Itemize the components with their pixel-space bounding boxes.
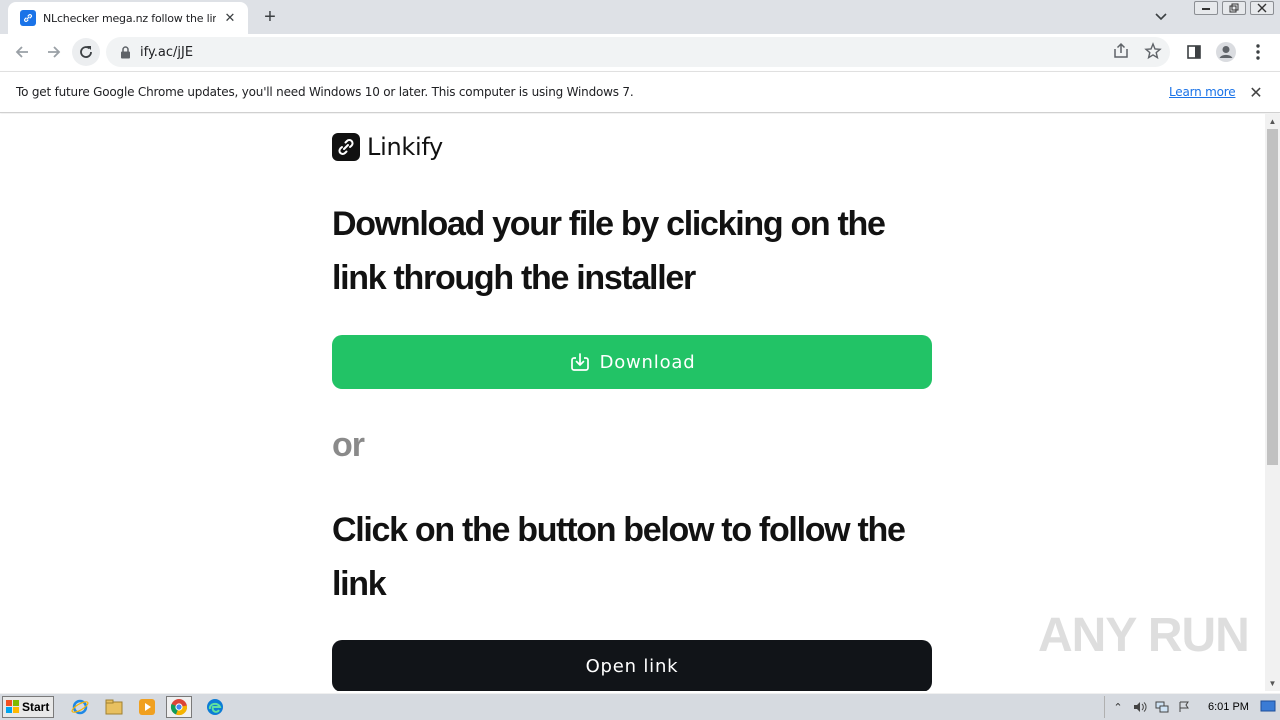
media-player-icon[interactable] [134, 696, 160, 718]
restore-button[interactable] [1222, 1, 1246, 15]
url-text: ify.ac/jJE [140, 44, 194, 60]
open-link-button-label: Open link [585, 655, 679, 677]
download-button[interactable]: Download [332, 335, 932, 389]
watermark-text: ANY RUN [1038, 609, 1250, 662]
edge-icon[interactable] [202, 696, 228, 718]
lock-icon[interactable] [118, 45, 132, 59]
brand-logo[interactable]: Linkify [332, 133, 443, 161]
download-heading: Download your file by clicking on the li… [332, 205, 886, 297]
tab-search-chevron-icon[interactable] [1150, 6, 1172, 28]
tab-close-icon[interactable]: ✕ [222, 10, 238, 26]
network-icon[interactable] [1153, 698, 1171, 716]
close-window-button[interactable] [1250, 1, 1274, 15]
windows-taskbar: Start ⌃ 6:01 PM [0, 693, 1280, 720]
chain-link-icon [332, 133, 360, 161]
windows-logo-icon [6, 700, 20, 714]
or-divider-text: or [332, 426, 365, 464]
tab-strip: NLchecker mega.nz follow the link — ✕ + [0, 0, 1280, 34]
download-icon [569, 351, 591, 373]
start-button[interactable]: Start [2, 696, 54, 718]
reload-button[interactable] [72, 38, 100, 66]
chrome-taskbar-icon[interactable] [166, 696, 192, 718]
infobar-close-icon[interactable]: ✕ [1247, 84, 1265, 102]
share-icon[interactable] [1112, 42, 1130, 65]
page-scrollbar[interactable]: ▲ ▼ [1265, 114, 1280, 691]
scroll-up-arrow-icon[interactable]: ▲ [1265, 114, 1280, 129]
minimize-button[interactable] [1194, 1, 1218, 15]
open-link-button[interactable]: Open link [332, 640, 932, 691]
start-label: Start [22, 700, 50, 714]
forward-button[interactable] [40, 38, 68, 66]
side-panel-icon[interactable] [1180, 38, 1208, 66]
download-button-label: Download [599, 351, 696, 373]
action-center-flag-icon[interactable] [1175, 698, 1193, 716]
brand-name: Linkify [367, 133, 443, 161]
tab-active[interactable]: NLchecker mega.nz follow the link — ✕ [8, 2, 248, 34]
bookmark-star-icon[interactable] [1144, 42, 1162, 65]
tray-expand-icon[interactable]: ⌃ [1109, 698, 1127, 716]
volume-icon[interactable] [1131, 698, 1149, 716]
file-explorer-icon[interactable] [101, 696, 127, 718]
update-infobar: To get future Google Chrome updates, you… [0, 71, 1280, 113]
browser-toolbar: ify.ac/jJE [0, 34, 1280, 71]
infobar-message: To get future Google Chrome updates, you… [16, 85, 634, 99]
scroll-down-arrow-icon[interactable]: ▼ [1265, 676, 1280, 691]
new-tab-button[interactable]: + [258, 6, 282, 28]
profile-avatar-icon[interactable] [1212, 38, 1240, 66]
tab-title: NLchecker mega.nz follow the link — [43, 11, 216, 25]
internet-explorer-icon[interactable] [67, 696, 93, 718]
link-icon [20, 10, 36, 26]
address-bar[interactable]: ify.ac/jJE [106, 37, 1170, 67]
show-desktop-icon[interactable] [1260, 698, 1276, 714]
scrollbar-thumb[interactable] [1267, 129, 1278, 465]
learn-more-link[interactable]: Learn more [1169, 85, 1236, 99]
menu-kebab-icon[interactable] [1244, 38, 1272, 66]
taskbar-clock[interactable]: 6:01 PM [1208, 701, 1249, 713]
follow-link-heading: Click on the button below to follow the … [332, 511, 906, 603]
back-button[interactable] [8, 38, 36, 66]
page-viewport: Linkify Download your file by clicking o… [0, 114, 1265, 691]
